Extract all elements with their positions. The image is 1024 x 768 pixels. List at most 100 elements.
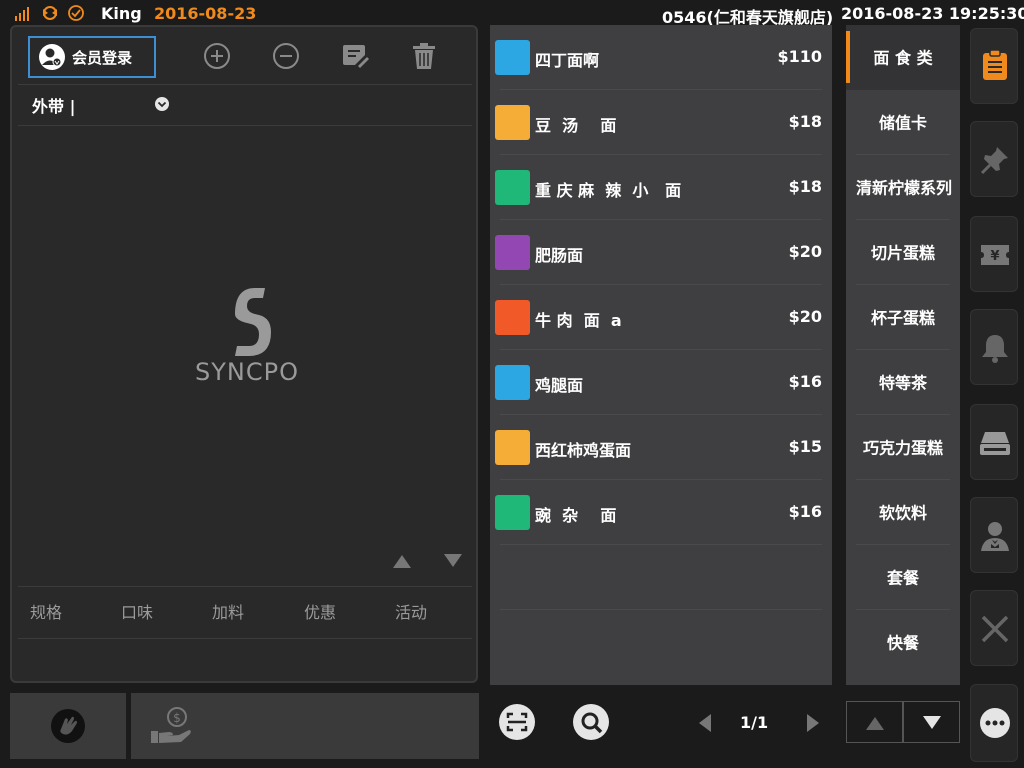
barcode-scan-button[interactable] xyxy=(499,704,535,740)
product-item[interactable]: 四丁面啊 $110 xyxy=(490,25,832,90)
barcode-scan-icon xyxy=(506,712,528,732)
category-item[interactable]: 快餐 xyxy=(846,610,960,675)
signal-icon xyxy=(15,7,29,21)
pin-button[interactable] xyxy=(970,121,1018,197)
category-scroll-down-button[interactable] xyxy=(903,701,960,743)
product-name: 重 庆 麻 辣 小 面 xyxy=(535,181,682,200)
product-price: $110 xyxy=(777,47,822,66)
product-color-swatch xyxy=(495,105,530,140)
tab-addon[interactable]: 加料 xyxy=(193,599,263,623)
hand-wave-icon xyxy=(51,709,85,743)
product-color-swatch xyxy=(495,495,530,530)
member-avatar-icon xyxy=(39,44,65,70)
product-name: 鸡腿面 xyxy=(535,376,584,395)
hand-wave-button[interactable] xyxy=(10,693,126,759)
product-price: $15 xyxy=(788,437,822,456)
cash-drawer-button[interactable] xyxy=(970,404,1018,480)
category-label: 快餐 xyxy=(886,633,919,652)
product-item[interactable]: 牛 肉 面 a $20 xyxy=(490,285,832,350)
yen-ticket-icon: ¥ xyxy=(981,245,1009,265)
plus-circle-icon[interactable] xyxy=(202,41,232,71)
category-label: 软饮料 xyxy=(878,503,927,522)
category-label: 清新柠檬系列 xyxy=(856,178,953,197)
scroll-down-icon[interactable] xyxy=(443,553,463,569)
product-price: $18 xyxy=(788,112,822,131)
category-item[interactable]: 杯子蛋糕 xyxy=(846,285,960,350)
category-item[interactable]: 特等茶 xyxy=(846,350,960,415)
check-circle-icon xyxy=(68,5,84,21)
product-color-swatch xyxy=(495,300,530,335)
category-item[interactable]: 清新柠檬系列 xyxy=(846,155,960,220)
category-item[interactable]: 切片蛋糕 xyxy=(846,220,960,285)
product-name: 豆 汤 面 xyxy=(535,116,617,135)
category-item-active[interactable]: 面 食 类 xyxy=(846,25,960,90)
category-item[interactable]: 巧克力蛋糕 xyxy=(846,415,960,480)
product-name: 牛 肉 面 a xyxy=(535,311,622,330)
next-page-icon[interactable] xyxy=(805,713,821,733)
notification-button[interactable] xyxy=(970,309,1018,385)
product-price: $20 xyxy=(788,242,822,261)
category-label: 杯子蛋糕 xyxy=(870,308,935,327)
member-login-button[interactable]: 会员登录 xyxy=(28,36,156,78)
category-label: 特等茶 xyxy=(878,373,927,392)
tab-promotion[interactable]: 活动 xyxy=(376,599,446,623)
more-button[interactable] xyxy=(970,684,1018,762)
category-scroll-up-button[interactable] xyxy=(846,701,903,743)
cashier-button[interactable] xyxy=(970,497,1018,573)
prev-page-icon[interactable] xyxy=(697,713,713,733)
syncpo-logo: SYNCPO xyxy=(195,288,298,382)
search-icon xyxy=(581,712,603,734)
minus-circle-icon[interactable] xyxy=(271,41,301,71)
product-item[interactable]: 西红柿鸡蛋面 $15 xyxy=(490,415,832,480)
svg-text:$: $ xyxy=(173,711,181,725)
chevron-down-icon[interactable] xyxy=(154,96,170,112)
product-color-swatch xyxy=(495,170,530,205)
category-label: 巧克力蛋糕 xyxy=(862,438,943,457)
product-name: 肥肠面 xyxy=(535,246,584,265)
product-name: 豌 杂 面 xyxy=(535,506,617,525)
divider xyxy=(18,638,472,639)
edit-note-icon[interactable] xyxy=(340,41,370,71)
cash-drawer-icon xyxy=(980,432,1010,455)
sync-icon xyxy=(43,6,57,20)
product-list: 四丁面啊 $110 豆 汤 面 $18 重 庆 麻 辣 小 面 $18 肥肠面 … xyxy=(490,25,832,685)
scroll-up-icon xyxy=(866,717,884,730)
product-item[interactable]: 肥肠面 $20 xyxy=(490,220,832,285)
product-price: $18 xyxy=(788,177,822,196)
scroll-up-icon[interactable] xyxy=(392,553,412,569)
search-button[interactable] xyxy=(573,704,609,740)
scroll-down-icon xyxy=(923,716,941,729)
product-item[interactable]: 鸡腿面 $16 xyxy=(490,350,832,415)
svg-text:¥: ¥ xyxy=(990,249,999,264)
product-color-swatch xyxy=(495,430,530,465)
product-color-swatch xyxy=(495,40,530,75)
category-item[interactable]: 储值卡 xyxy=(846,90,960,155)
divider xyxy=(18,125,472,126)
member-login-label: 会员登录 xyxy=(72,48,133,67)
tab-discount[interactable]: 优惠 xyxy=(285,599,355,623)
bell-icon xyxy=(982,335,1008,363)
more-icon xyxy=(980,708,1010,738)
active-indicator xyxy=(846,31,850,83)
category-item[interactable]: 软饮料 xyxy=(846,480,960,545)
product-empty-slot xyxy=(490,545,832,610)
product-item[interactable]: 重 庆 麻 辣 小 面 $18 xyxy=(490,155,832,220)
category-label: 切片蛋糕 xyxy=(870,243,935,262)
category-item[interactable]: 套餐 xyxy=(846,545,960,610)
cashier-person-icon xyxy=(981,522,1009,551)
trash-icon[interactable] xyxy=(409,41,439,71)
divider xyxy=(500,609,822,610)
payment-button[interactable]: $ xyxy=(131,693,479,759)
product-item[interactable]: 豆 汤 面 $18 xyxy=(490,90,832,155)
current-user: King xyxy=(101,4,142,23)
product-color-swatch xyxy=(495,235,530,270)
tab-flavor[interactable]: 口味 xyxy=(102,599,172,623)
coupon-button[interactable]: ¥ xyxy=(970,216,1018,292)
product-item[interactable]: 豌 杂 面 $16 xyxy=(490,480,832,545)
business-date: 2016-08-23 xyxy=(154,4,257,23)
dining-mode-select[interactable]: 外带 | xyxy=(32,93,75,117)
product-name: 西红柿鸡蛋面 xyxy=(535,441,632,460)
order-list-button[interactable] xyxy=(970,28,1018,104)
tab-spec[interactable]: 规格 xyxy=(11,599,81,623)
close-button[interactable] xyxy=(970,590,1018,666)
